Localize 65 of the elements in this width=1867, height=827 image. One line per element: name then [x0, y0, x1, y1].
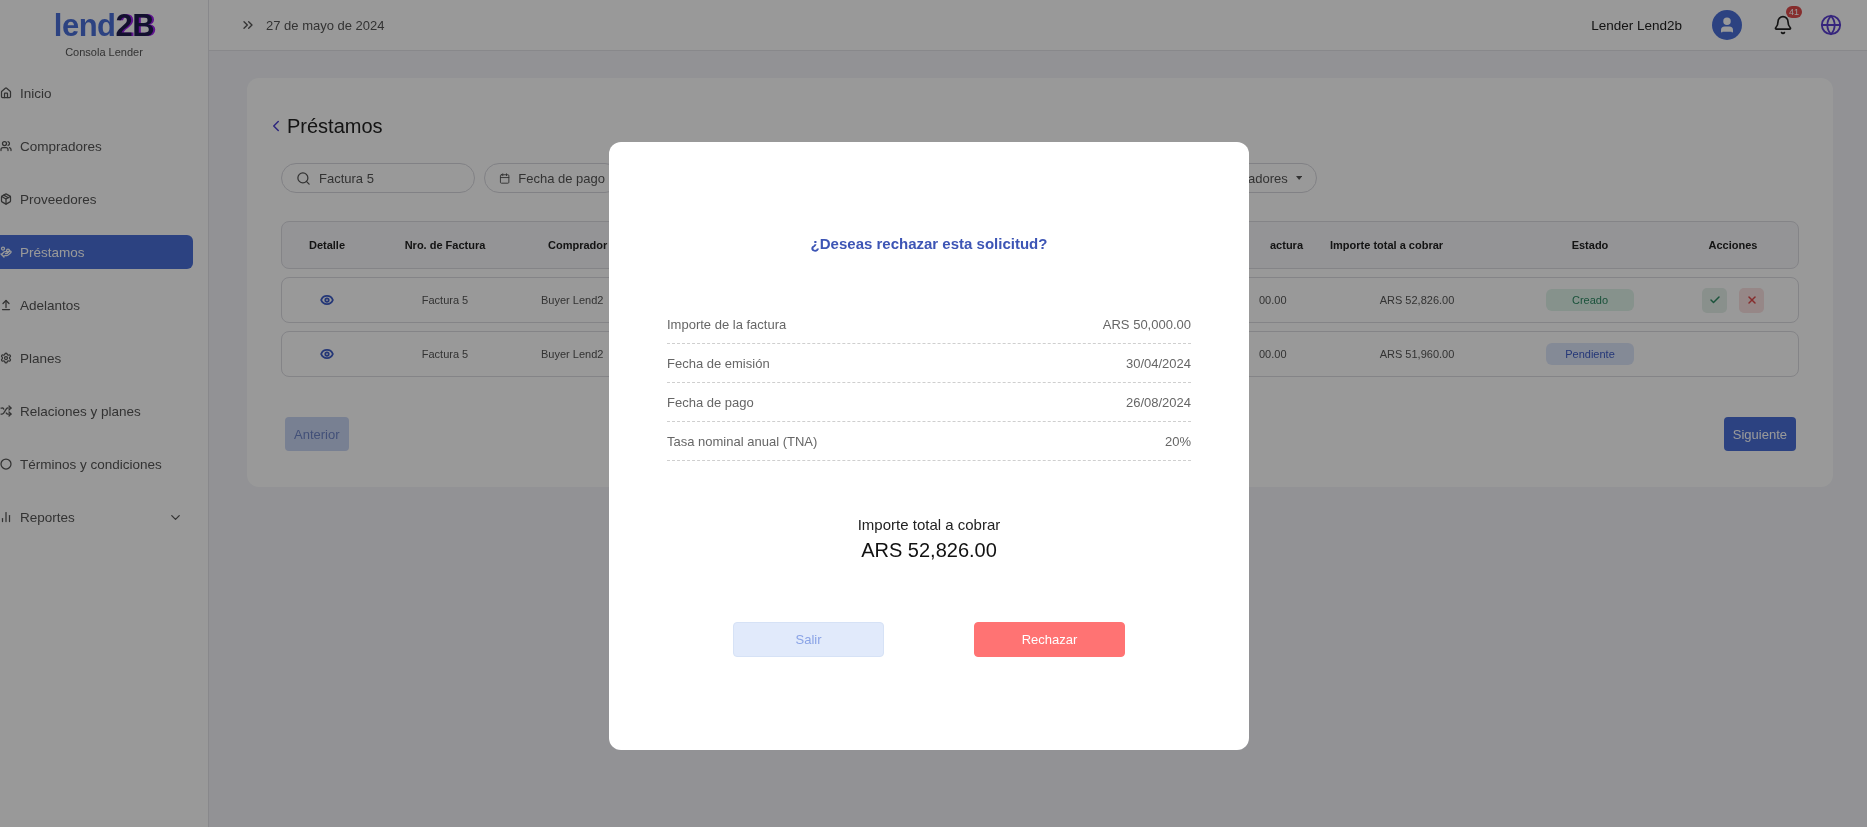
table-cell-text: ARS 51,960.00 [1378, 348, 1456, 360]
next-button[interactable]: Siguiente [1723, 417, 1796, 451]
check-icon [1708, 294, 1721, 306]
reject-button[interactable]: Rechazar [974, 622, 1125, 657]
column-header: Nro. de Factura [403, 239, 487, 251]
detail-label: Fecha de pago [667, 394, 754, 410]
logo: lend2B [53, 10, 155, 41]
globe-icon[interactable] [1820, 14, 1842, 36]
detail-label: Fecha de emisión [667, 355, 770, 371]
sidebar-item[interactable]: Compradores [0, 129, 193, 163]
column-header: Acciones [1707, 239, 1759, 251]
circle-icon [0, 458, 12, 470]
sidebar-item[interactable]: Préstamos [0, 235, 193, 269]
table-cell-text: Buyer Lend2 [540, 348, 605, 360]
current-date: 27 de mayo de 2024 [266, 17, 386, 33]
shuffle-icon [0, 405, 12, 417]
table-cell-text: Buyer Lend2 [540, 294, 605, 306]
sidebar-item[interactable]: Planes [0, 341, 193, 375]
bell-icon[interactable] [1773, 15, 1793, 35]
status-badge: Creado [1546, 289, 1634, 311]
gear-icon [0, 352, 12, 364]
table-cell-text: ARS 52,826.00 [1378, 294, 1456, 306]
upload-icon [0, 299, 12, 311]
box-icon [0, 193, 12, 205]
calendar-icon [499, 171, 511, 185]
sidebar-item[interactable]: Reportes [0, 500, 193, 534]
logo-subtitle: Consola Lender [65, 46, 143, 58]
close-icon [1745, 294, 1758, 306]
sidebar-item[interactable]: Proveedores [0, 182, 193, 216]
sidebar-item[interactable]: Términos y condiciones [0, 447, 193, 481]
column-header: actura [1269, 239, 1305, 251]
detail-value: 20% [1164, 433, 1191, 449]
dialog-title: ¿Deseas rechazar esta solicitud? [810, 235, 1048, 252]
avatar[interactable] [1712, 10, 1742, 40]
detail-label: Importe de la factura [667, 316, 787, 332]
status-badge: Pendiente [1546, 343, 1634, 365]
table-cell-text: 00.00 [1258, 348, 1288, 360]
detail-value: 26/08/2024 [1125, 394, 1191, 410]
sidebar-item[interactable]: Relaciones y planes [0, 394, 193, 428]
detail-value: ARS 50,000.00 [1102, 316, 1191, 332]
notification-count: 41 [1786, 6, 1802, 18]
page-title: Préstamos [287, 114, 383, 138]
total-amount: ARS 52,826.00 [861, 539, 997, 562]
view-icon[interactable] [320, 347, 334, 361]
sidebar-item[interactable]: Inicio [0, 76, 193, 110]
detail-label: Tasa nominal anual (TNA) [667, 433, 818, 449]
bar-chart-icon [0, 511, 12, 523]
search-icon [296, 170, 311, 186]
user-name: Lender Lend2b [1591, 17, 1682, 33]
column-header: Comprador [547, 239, 609, 251]
reject-button[interactable] [1739, 287, 1764, 313]
table-cell-text: Factura 5 [420, 348, 470, 360]
hand-coins-icon [0, 246, 12, 258]
sidebar-item[interactable]: Adelantos [0, 288, 193, 322]
total-label: Importe total a cobrar [857, 516, 1001, 533]
users-icon [0, 140, 12, 152]
view-icon[interactable] [320, 293, 334, 307]
column-header: Detalle [307, 239, 347, 251]
home-icon [0, 87, 12, 99]
detail-value: 30/04/2024 [1125, 355, 1191, 371]
caret-icon [1295, 175, 1302, 181]
table-cell-text: Factura 5 [420, 294, 470, 306]
column-header: Importe total a cobrar [1329, 239, 1445, 251]
table-cell-text: 00.00 [1258, 294, 1288, 306]
column-header: Estado [1570, 239, 1610, 251]
